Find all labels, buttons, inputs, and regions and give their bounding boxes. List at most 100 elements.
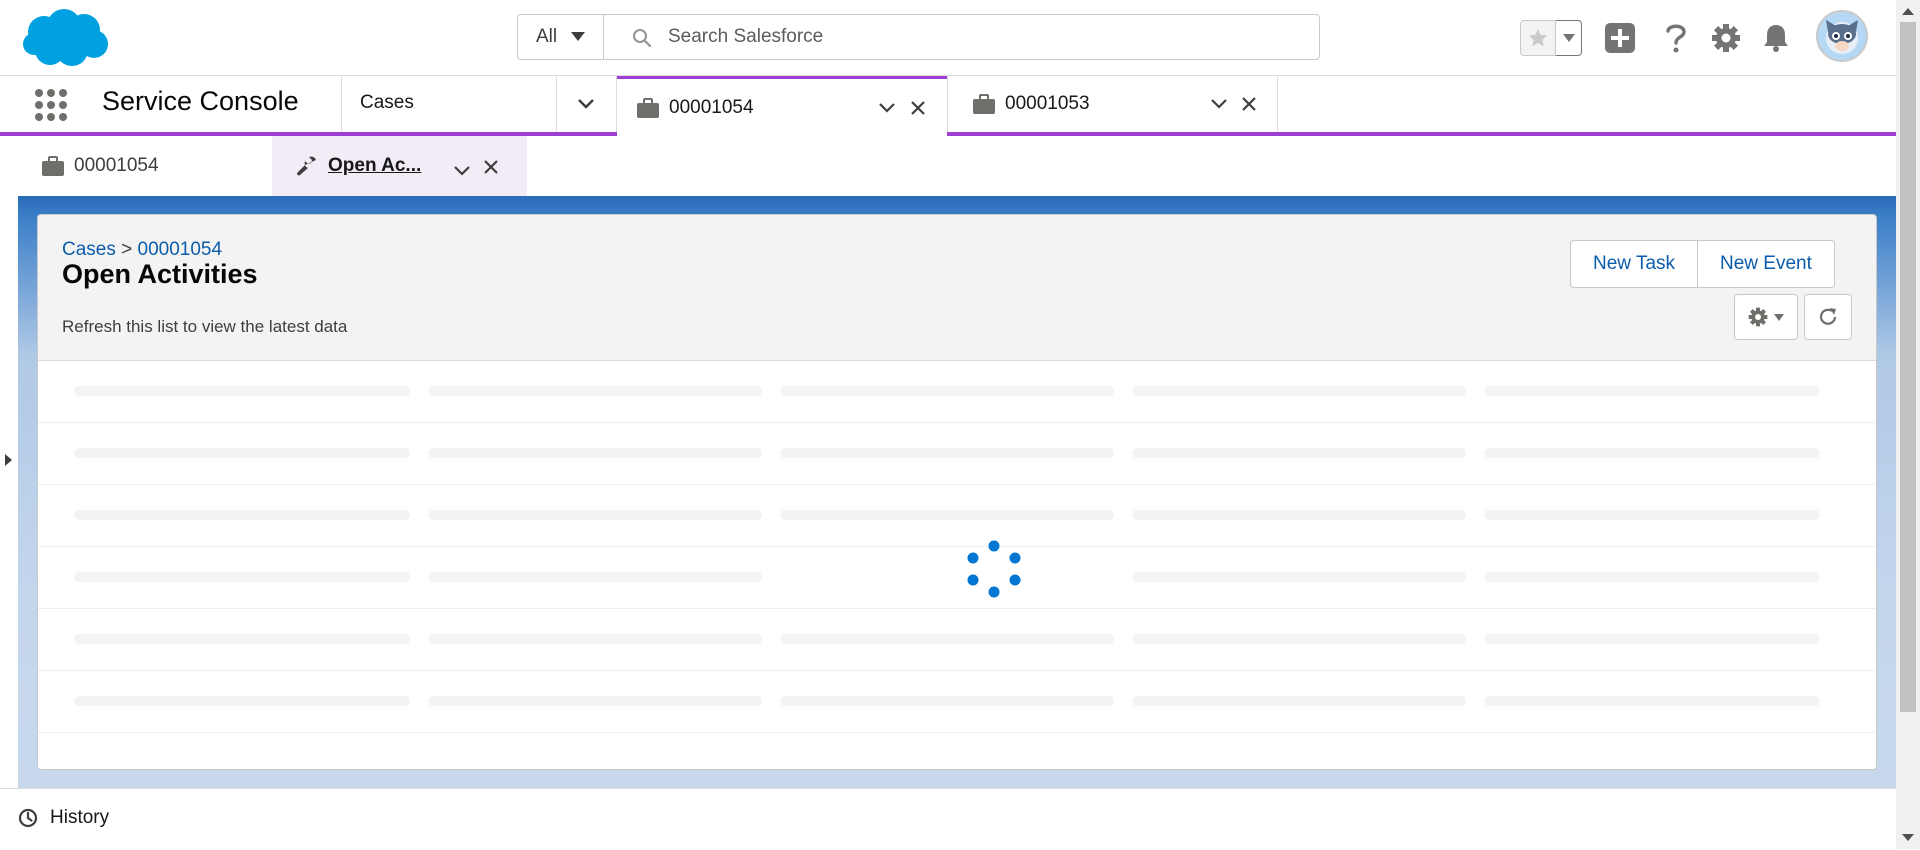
global-header: All	[0, 0, 1896, 76]
skeleton-cell	[1132, 510, 1466, 520]
search-scope-label: All	[535, 26, 558, 47]
notifications-button[interactable]	[1758, 20, 1794, 56]
help-button[interactable]	[1658, 20, 1694, 56]
page-scrollbar[interactable]	[1896, 0, 1920, 849]
skeleton-cell	[74, 696, 410, 706]
plus-icon	[1605, 23, 1635, 53]
skeleton-cell	[428, 448, 762, 458]
subtab-00001054[interactable]: 00001054	[18, 136, 272, 196]
chevron-down-icon	[454, 166, 470, 176]
expand-rail-icon[interactable]	[5, 454, 12, 466]
case-briefcase-icon	[973, 94, 995, 114]
favorites-list-button[interactable]	[1556, 20, 1582, 56]
tab-actions-chevron[interactable]	[879, 79, 895, 136]
case-briefcase-icon	[637, 97, 659, 118]
search-input[interactable]	[604, 15, 1319, 59]
nav-menu-button[interactable]	[556, 76, 616, 132]
skeleton-cell	[1132, 634, 1466, 644]
help-icon	[1666, 24, 1686, 53]
list-header: Cases > 00001054 Open Activities Refresh…	[38, 215, 1876, 361]
setup-button[interactable]	[1708, 20, 1744, 56]
skeleton-row	[38, 547, 1876, 609]
skeleton-cell	[74, 448, 410, 458]
waffle-icon	[35, 89, 67, 121]
search-icon	[633, 29, 652, 48]
chevron-down-icon	[879, 102, 895, 113]
skeleton-cell	[1484, 448, 1820, 458]
page-title: Open Activities	[62, 259, 258, 289]
list-status-text: Refresh this list to view the latest dat…	[62, 317, 348, 336]
skeleton-cell	[428, 510, 762, 520]
skeleton-cell	[780, 448, 1114, 458]
user-avatar[interactable]	[1816, 10, 1868, 62]
subtab-label: Open Ac...	[328, 155, 422, 176]
breadcrumb-separator: >	[121, 239, 133, 260]
console-nav-bar: Service Console Cases 00001054 00001053	[0, 76, 1896, 136]
search-scope-dropdown[interactable]: All	[518, 15, 604, 59]
close-icon	[1242, 97, 1256, 111]
skeleton-cell	[74, 572, 410, 582]
case-briefcase-icon	[42, 156, 64, 176]
nav-divider	[341, 76, 342, 132]
caret-down-icon	[571, 32, 586, 41]
salesforce-logo[interactable]	[22, 8, 112, 75]
nav-item-cases[interactable]: Cases	[360, 92, 414, 114]
subtab-label: 00001054	[74, 155, 159, 176]
related-list-card: Cases > 00001054 Open Activities Refresh…	[37, 214, 1877, 770]
scroll-down-arrow[interactable]	[1902, 834, 1914, 841]
wrench-icon	[297, 156, 316, 176]
close-tab-button[interactable]	[1242, 76, 1256, 132]
skeleton-cell	[428, 696, 762, 706]
scroll-up-arrow[interactable]	[1902, 8, 1914, 15]
skeleton-row	[38, 609, 1876, 671]
skeleton-cell	[780, 634, 1114, 644]
star-icon	[1528, 28, 1548, 47]
breadcrumb-record-link[interactable]: 00001054	[138, 239, 223, 260]
close-subtab-button[interactable]	[484, 158, 498, 180]
workspace-tab-00001053[interactable]: 00001053	[948, 76, 1277, 132]
caret-down-icon	[1774, 313, 1784, 321]
search-field	[604, 15, 1319, 59]
breadcrumb-cases-link[interactable]: Cases	[62, 239, 116, 260]
spinner-icon	[967, 540, 1021, 598]
skeleton-cell	[74, 386, 410, 396]
left-utility-rail	[0, 136, 19, 788]
favorites-group	[1520, 20, 1582, 56]
skeleton-cell	[1484, 634, 1820, 644]
skeleton-cell	[1484, 510, 1820, 520]
workspace-tab-label: 00001054	[669, 96, 754, 118]
global-actions-button[interactable]	[1602, 20, 1638, 56]
utility-bar: History	[0, 788, 1896, 850]
skeleton-cell	[428, 386, 762, 396]
skeleton-cell	[1484, 386, 1820, 396]
workspace-tab-00001054[interactable]: 00001054	[617, 76, 947, 136]
close-tab-button[interactable]	[911, 79, 925, 136]
skeleton-cell	[428, 572, 762, 582]
skeleton-cell	[780, 696, 1114, 706]
refresh-icon	[1819, 308, 1837, 325]
list-settings-button[interactable]	[1734, 294, 1798, 340]
new-task-button[interactable]: New Task	[1570, 240, 1699, 288]
caret-down-icon	[1562, 34, 1575, 42]
skeleton-cell	[74, 634, 410, 644]
scroll-thumb[interactable]	[1900, 22, 1916, 712]
skeleton-row	[38, 671, 1876, 733]
skeleton-cell	[780, 386, 1114, 396]
skeleton-cell	[1484, 572, 1820, 582]
clock-icon	[18, 808, 38, 828]
chevron-down-icon	[578, 99, 594, 109]
skeleton-cell	[428, 634, 762, 644]
utility-item-history[interactable]: History	[18, 807, 109, 829]
skeleton-cell	[1132, 386, 1466, 396]
subtab-open-activities[interactable]: Open Ac...	[272, 136, 527, 196]
app-launcher-button[interactable]	[34, 88, 68, 122]
subtab-actions-chevron[interactable]	[454, 160, 470, 182]
skeleton-cell	[1484, 696, 1820, 706]
skeleton-row	[38, 485, 1876, 547]
new-event-button[interactable]: New Event	[1698, 240, 1835, 288]
subtab-bar: 00001054 Open Ac...	[18, 136, 1896, 196]
tab-actions-chevron[interactable]	[1211, 76, 1227, 132]
favorite-star-button[interactable]	[1520, 20, 1556, 56]
refresh-list-button[interactable]	[1804, 294, 1852, 340]
loading-spinner	[963, 538, 1025, 600]
